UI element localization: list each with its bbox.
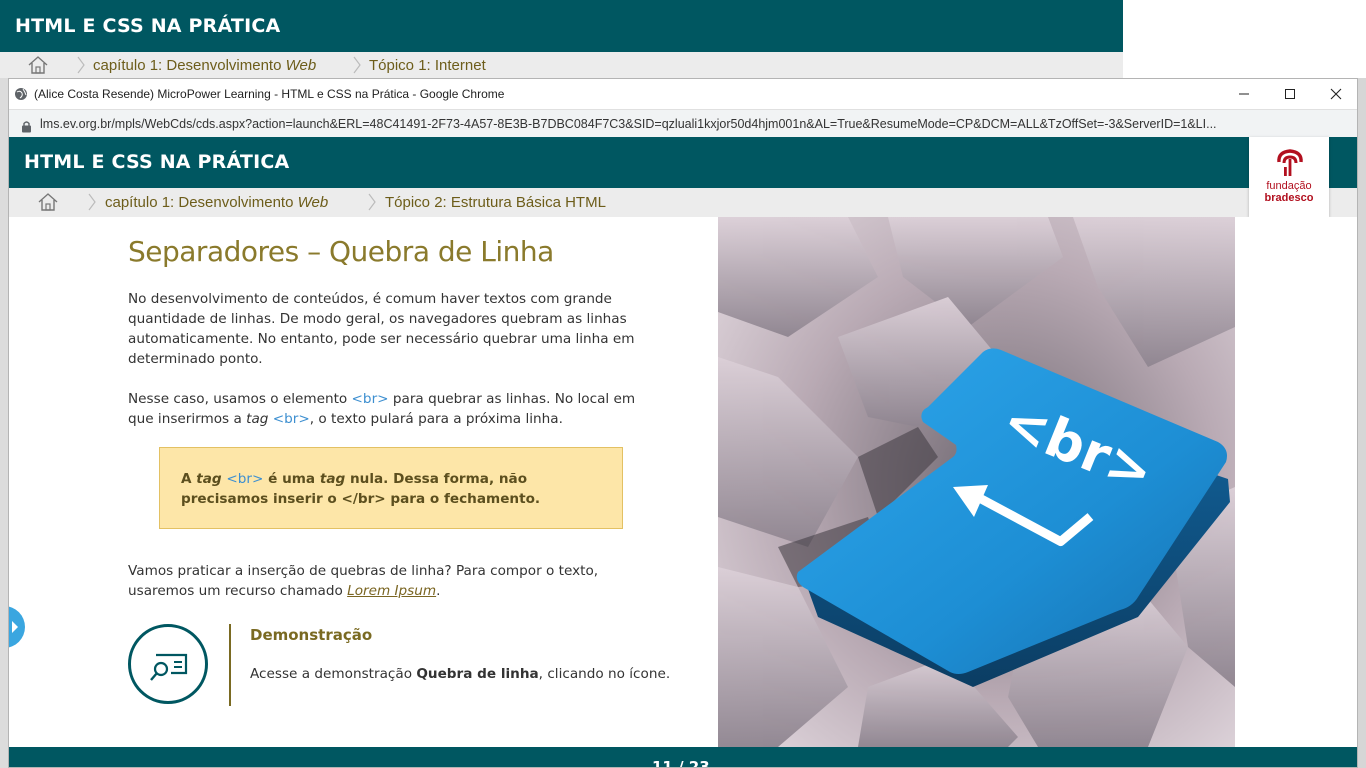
breadcrumb-topic[interactable]: Tópico 2: Estrutura Básica HTML: [385, 194, 606, 211]
background-breadcrumb-topic[interactable]: Tópico 1: Internet: [369, 57, 486, 74]
paragraph-intro: No desenvolvimento de conteúdos, é comum…: [128, 291, 635, 367]
background-blank-area: [1123, 0, 1366, 78]
keyboard-br-image: <br>: [718, 217, 1235, 747]
minimize-button[interactable]: [1221, 79, 1267, 109]
demo-launch-button[interactable]: [128, 624, 208, 704]
demo-description: Acesse a demonstração Quebra de linha, c…: [250, 666, 671, 682]
chevron-right-icon: [367, 193, 377, 211]
logo-line1: fundação: [1266, 180, 1312, 192]
chevron-right-icon: [352, 56, 362, 74]
paragraph-br-usage: Nesse caso, usamos o elemento <br> para …: [128, 391, 636, 427]
background-edge-right: [1358, 78, 1366, 768]
window-titlebar[interactable]: (Alice Costa Resende) MicroPower Learnin…: [9, 79, 1357, 109]
maximize-button[interactable]: [1267, 79, 1313, 109]
course-title: HTML E CSS NA PRÁTICA: [24, 151, 290, 173]
chevron-right-icon: [87, 193, 97, 211]
lock-icon: [21, 118, 32, 133]
chevron-right-icon: [76, 56, 86, 74]
home-icon[interactable]: [37, 192, 59, 212]
note-text: A tag <br> é uma tag nula. Dessa forma, …: [181, 471, 541, 507]
breadcrumb-chapter[interactable]: capítulo 1: Desenvolvimento Web: [105, 194, 328, 211]
background-edge-left: [0, 78, 8, 768]
side-expand-tab[interactable]: [9, 606, 25, 648]
demo-divider: [229, 624, 231, 706]
lesson-content: Separadores – Quebra de Linha No desenvo…: [9, 217, 1357, 747]
window-title: (Alice Costa Resende) MicroPower Learnin…: [34, 87, 505, 101]
demo-title: Demonstração: [250, 626, 373, 644]
fundacao-bradesco-logo: fundação bradesco: [1249, 137, 1329, 217]
note-box: A tag <br> é uma tag nula. Dessa forma, …: [159, 447, 623, 529]
browser-window: (Alice Costa Resende) MicroPower Learnin…: [8, 78, 1358, 768]
address-bar[interactable]: lms.ev.org.br/mpls/WebCds/cds.aspx?actio…: [9, 109, 1357, 137]
background-breadcrumb-chapter[interactable]: capítulo 1: Desenvolvimento Web: [93, 57, 316, 74]
course-breadcrumb: capítulo 1: Desenvolvimento Web Tópico 2…: [9, 188, 1357, 217]
page-indicator: 11 / 23: [652, 758, 710, 768]
paragraph-practice: Vamos praticar a inserção de quebras de …: [128, 563, 599, 599]
logo-line2: bradesco: [1264, 192, 1314, 204]
screen-cursor-icon: [150, 653, 188, 681]
home-icon[interactable]: [27, 55, 49, 75]
globe-icon: [14, 86, 28, 100]
lorem-ipsum-link[interactable]: Lorem Ipsum: [347, 583, 436, 599]
url-text[interactable]: lms.ev.org.br/mpls/WebCds/cds.aspx?actio…: [40, 117, 1217, 131]
background-course-title: HTML E CSS NA PRÁTICA: [15, 15, 281, 37]
course-footer: 11 / 23: [9, 747, 1357, 768]
background-header: HTML E CSS NA PRÁTICA: [0, 0, 1123, 52]
background-breadcrumb: capítulo 1: Desenvolvimento Web Tópico 1…: [0, 52, 1123, 78]
course-header: HTML E CSS NA PRÁTICA: [9, 137, 1357, 188]
page-title: Separadores – Quebra de Linha: [128, 235, 554, 268]
bradesco-tree-icon: [1277, 149, 1303, 176]
close-button[interactable]: [1313, 79, 1357, 109]
